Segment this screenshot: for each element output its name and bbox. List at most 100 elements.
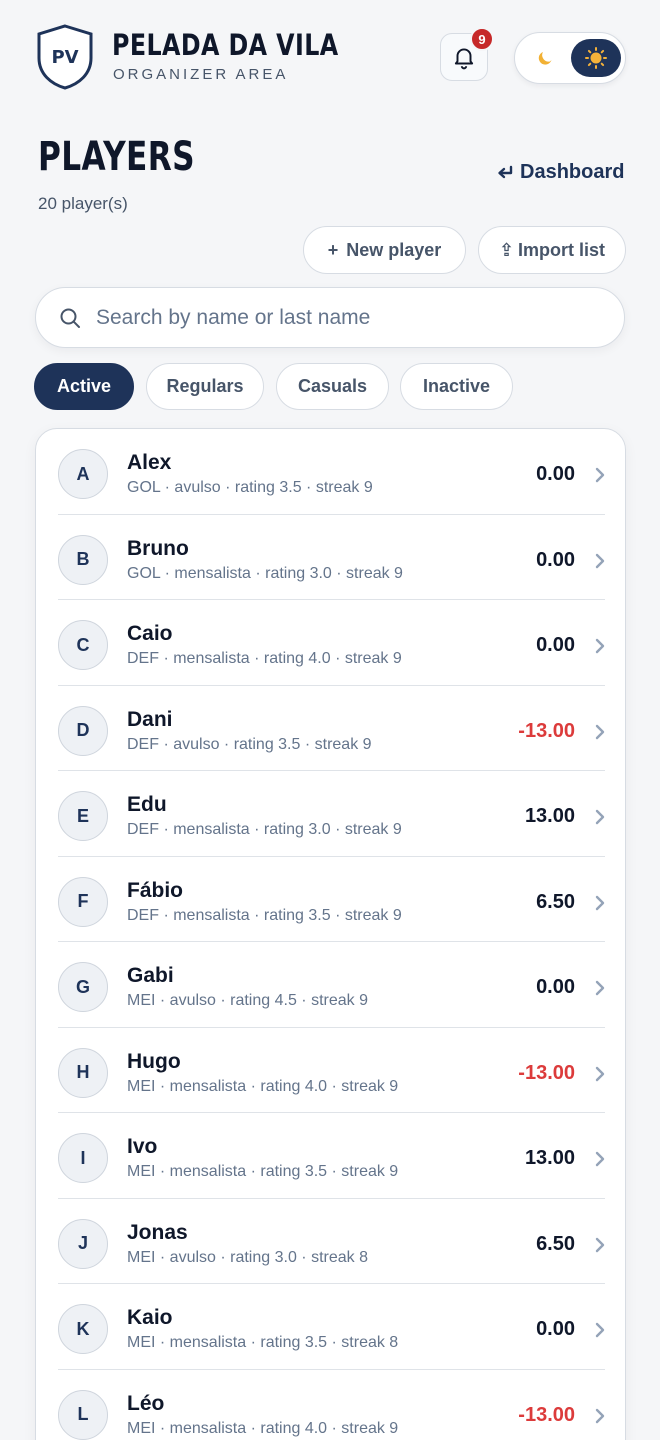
player-balance: 0.00 bbox=[536, 976, 575, 998]
filter-regulars[interactable]: Regulars bbox=[146, 363, 264, 410]
chevron-right-icon bbox=[595, 1066, 605, 1081]
player-row[interactable]: C Caio DEF · mensalista · rating 4.0 · s… bbox=[36, 600, 625, 686]
chevron-right-icon bbox=[595, 895, 605, 910]
player-row[interactable]: E Edu DEF · mensalista · rating 3.0 · st… bbox=[36, 771, 625, 857]
chevron-right-icon bbox=[595, 553, 605, 568]
logo-monogram: PV bbox=[51, 47, 78, 68]
chevron-right-icon bbox=[595, 809, 605, 825]
brand-title: PELADA DA VILA bbox=[112, 28, 339, 62]
player-meta: GOL · avulso · rating 3.5 · streak 9 bbox=[127, 479, 373, 496]
chevron-right-icon bbox=[595, 1151, 605, 1167]
chevron-right-icon bbox=[595, 1237, 605, 1252]
player-meta: MEI · mensalista · rating 3.5 · streak 9 bbox=[127, 1163, 399, 1180]
player-name: Gabi bbox=[127, 964, 174, 987]
player-balance: -13.00 bbox=[518, 1061, 575, 1084]
chevron-right-icon bbox=[595, 1408, 605, 1423]
avatar: D bbox=[58, 705, 108, 756]
player-meta: MEI · mensalista · rating 4.0 · streak 9 bbox=[127, 1077, 399, 1095]
player-count: 20 player(s) bbox=[38, 194, 128, 213]
player-name: Jonas bbox=[127, 1220, 188, 1244]
avatar: K bbox=[58, 1304, 108, 1354]
player-row[interactable]: L Léo MEI · mensalista · rating 4.0 · st… bbox=[36, 1370, 625, 1440]
moon-icon[interactable] bbox=[533, 45, 559, 71]
avatar: B bbox=[58, 534, 108, 585]
avatar: E bbox=[58, 791, 108, 841]
avatar: G bbox=[58, 962, 108, 1012]
brand-subtitle: ORGANIZER AREA bbox=[113, 66, 289, 83]
return-arrow-icon bbox=[498, 165, 513, 178]
chevron-right-icon bbox=[595, 467, 605, 483]
player-balance: 0.00 bbox=[536, 548, 575, 571]
player-meta: MEI · avulso · rating 4.5 · streak 9 bbox=[127, 992, 368, 1009]
player-row[interactable]: J Jonas MEI · avulso · rating 3.0 · stre… bbox=[36, 1199, 625, 1284]
player-meta: DEF · mensalista · rating 3.0 · streak 9 bbox=[127, 821, 402, 838]
avatar: A bbox=[58, 449, 108, 499]
player-meta: GOL · mensalista · rating 3.0 · streak 9 bbox=[127, 564, 403, 582]
player-name: Léo bbox=[127, 1391, 165, 1415]
player-row[interactable]: I Ivo MEI · mensalista · rating 3.5 · st… bbox=[36, 1113, 625, 1199]
player-row[interactable]: F Fábio DEF · mensalista · rating 3.5 · … bbox=[36, 857, 625, 942]
player-name: Caio bbox=[127, 622, 173, 645]
player-meta: DEF · avulso · rating 3.5 · streak 9 bbox=[127, 735, 372, 753]
player-meta: MEI · mensalista · rating 3.5 · streak 8 bbox=[127, 1334, 399, 1351]
chevron-right-icon bbox=[595, 638, 605, 654]
dashboard-link-label: Dashboard bbox=[520, 161, 625, 183]
new-player-label: New player bbox=[346, 239, 442, 260]
player-meta: MEI · mensalista · rating 4.0 · streak 9 bbox=[127, 1419, 399, 1437]
chevron-right-icon bbox=[595, 980, 605, 996]
player-row[interactable]: A Alex GOL · avulso · rating 3.5 · strea… bbox=[36, 429, 625, 515]
avatar: H bbox=[58, 1047, 108, 1098]
chevron-right-icon bbox=[595, 1322, 605, 1338]
player-balance: -13.00 bbox=[518, 719, 575, 742]
import-list-label: Import list bbox=[518, 239, 606, 260]
player-balance: 6.50 bbox=[536, 1232, 575, 1255]
search-bar[interactable] bbox=[35, 287, 625, 348]
player-name: Kaio bbox=[127, 1306, 173, 1329]
player-balance: 13.00 bbox=[524, 1147, 575, 1169]
player-meta: DEF · mensalista · rating 4.0 · streak 9 bbox=[127, 650, 402, 667]
theme-toggle[interactable] bbox=[514, 32, 626, 84]
new-player-button[interactable]: + New player bbox=[303, 226, 466, 274]
player-meta: DEF · mensalista · rating 3.5 · streak 9 bbox=[127, 906, 402, 924]
import-list-button[interactable]: ⇪ Import list bbox=[478, 226, 626, 274]
upload-icon: ⇪ bbox=[498, 239, 515, 260]
player-name: Fábio bbox=[127, 878, 183, 902]
search-input[interactable] bbox=[96, 296, 596, 340]
search-icon bbox=[60, 308, 80, 328]
player-row[interactable]: K Kaio MEI · mensalista · rating 3.5 · s… bbox=[36, 1284, 625, 1370]
player-row[interactable]: G Gabi MEI · avulso · rating 4.5 · strea… bbox=[36, 942, 625, 1028]
sun-icon[interactable] bbox=[571, 39, 621, 77]
player-row[interactable]: B Bruno GOL · mensalista · rating 3.0 · … bbox=[36, 515, 625, 600]
filter-active[interactable]: Active bbox=[34, 363, 134, 410]
player-name: Dani bbox=[127, 707, 173, 731]
avatar: L bbox=[58, 1389, 108, 1440]
avatar: I bbox=[58, 1133, 108, 1183]
player-balance: 0.00 bbox=[536, 1318, 575, 1340]
player-meta: MEI · avulso · rating 3.0 · streak 8 bbox=[127, 1248, 368, 1266]
page-title: PLAYERS bbox=[38, 134, 196, 180]
player-balance: 13.00 bbox=[524, 805, 575, 827]
player-name: Ivo bbox=[127, 1135, 158, 1158]
player-name: Edu bbox=[127, 793, 167, 816]
logo-shield[interactable]: PV bbox=[36, 24, 94, 90]
plus-icon: + bbox=[327, 239, 339, 260]
player-name: Bruno bbox=[127, 536, 189, 560]
dashboard-link[interactable]: Dashboard bbox=[496, 161, 624, 184]
avatar: J bbox=[58, 1218, 108, 1269]
player-balance: -13.00 bbox=[518, 1403, 575, 1426]
shield-icon: PV bbox=[37, 24, 93, 90]
player-balance: 0.00 bbox=[536, 634, 575, 656]
player-name: Alex bbox=[127, 451, 172, 474]
notification-badge: 9 bbox=[470, 27, 494, 51]
player-row[interactable]: D Dani DEF · avulso · rating 3.5 · strea… bbox=[36, 686, 625, 771]
player-name: Hugo bbox=[127, 1049, 181, 1073]
filter-casuals[interactable]: Casuals bbox=[276, 363, 389, 410]
player-balance: 0.00 bbox=[536, 463, 575, 485]
avatar: C bbox=[58, 620, 108, 670]
player-balance: 6.50 bbox=[536, 890, 575, 913]
avatar: F bbox=[58, 876, 108, 927]
player-list: A Alex GOL · avulso · rating 3.5 · strea… bbox=[35, 428, 626, 1440]
app-header: PV PELADA DA VILA ORGANIZER AREA 9 bbox=[0, 0, 660, 110]
player-row[interactable]: H Hugo MEI · mensalista · rating 4.0 · s… bbox=[36, 1028, 625, 1113]
filter-inactive[interactable]: Inactive bbox=[400, 363, 513, 410]
